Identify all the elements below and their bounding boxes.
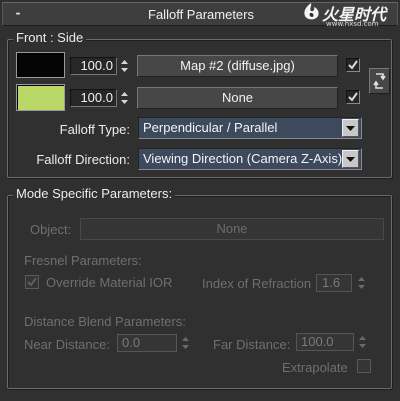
distance-blend-header: Distance Blend Parameters:: [24, 314, 186, 329]
ior-spinner[interactable]: [355, 274, 368, 292]
side-color-swatch[interactable]: [16, 84, 65, 111]
far-distance-spinner[interactable]: [356, 333, 369, 351]
falloff-direction-value: Viewing Direction (Camera Z-Axis): [143, 151, 343, 166]
far-distance-field[interactable]: 100.0: [296, 333, 354, 351]
mode-specific-group-label: Mode Specific Parameters:: [13, 186, 176, 201]
side-amount-spinner[interactable]: [118, 89, 131, 107]
checkmark-icon: [348, 92, 358, 102]
falloff-type-dropdown-arrow[interactable]: [342, 119, 359, 137]
near-distance-spinner[interactable]: [179, 334, 192, 352]
spinner-arrows-icon: [358, 277, 365, 289]
spinner-arrows-icon: [121, 92, 128, 104]
chevron-down-icon: [346, 157, 355, 162]
flame-logo-icon: [304, 3, 319, 20]
extrapolate-label: Extrapolate: [282, 360, 348, 375]
front-map-button[interactable]: Map #2 (diffuse.jpg): [137, 55, 338, 77]
swap-colors-button[interactable]: [369, 68, 390, 94]
front-side-group-label: Front : Side: [13, 30, 87, 45]
extrapolate-checkbox[interactable]: [357, 359, 371, 373]
checkmark-icon: [27, 277, 37, 287]
falloff-direction-label: Falloff Direction:: [36, 152, 130, 167]
object-label: Object:: [30, 222, 72, 237]
brand-logo: 火星时代 www.hxsd.com: [300, 0, 396, 30]
falloff-direction-dropdown[interactable]: Viewing Direction (Camera Z-Axis): [138, 148, 362, 170]
spinner-arrows-icon: [182, 337, 189, 349]
side-map-button[interactable]: None: [137, 87, 338, 109]
side-map-toggle[interactable]: [346, 90, 360, 104]
spinner-arrows-icon: [121, 60, 128, 72]
ior-field[interactable]: 1.6: [316, 274, 352, 292]
front-color-swatch[interactable]: [16, 52, 65, 78]
side-amount-field[interactable]: 100.0: [70, 89, 117, 107]
override-ior-label: Override Material IOR: [46, 275, 173, 290]
spinner-arrows-icon: [359, 336, 366, 348]
far-distance-label: Far Distance:: [213, 337, 291, 352]
override-ior-checkbox[interactable]: [25, 275, 39, 289]
swap-arrows-icon: [373, 73, 386, 89]
fresnel-parameters-header: Fresnel Parameters:: [24, 253, 142, 268]
falloff-type-label: Falloff Type:: [59, 122, 130, 137]
checkmark-icon: [348, 60, 358, 70]
falloff-type-dropdown[interactable]: Perpendicular / Parallel: [138, 117, 362, 139]
near-distance-field[interactable]: 0.0: [117, 334, 177, 352]
falloff-type-value: Perpendicular / Parallel: [143, 120, 278, 135]
front-map-toggle[interactable]: [346, 58, 360, 72]
near-distance-label: Near Distance:: [24, 337, 110, 352]
front-amount-spinner[interactable]: [118, 57, 131, 75]
falloff-direction-dropdown-arrow[interactable]: [342, 150, 359, 168]
chevron-down-icon: [346, 126, 355, 131]
index-of-refraction-label: Index of Refraction: [202, 276, 312, 291]
front-amount-field[interactable]: 100.0: [70, 57, 117, 75]
object-pick-button[interactable]: None: [80, 218, 384, 240]
brand-url: www.hxsd.com: [326, 20, 379, 28]
